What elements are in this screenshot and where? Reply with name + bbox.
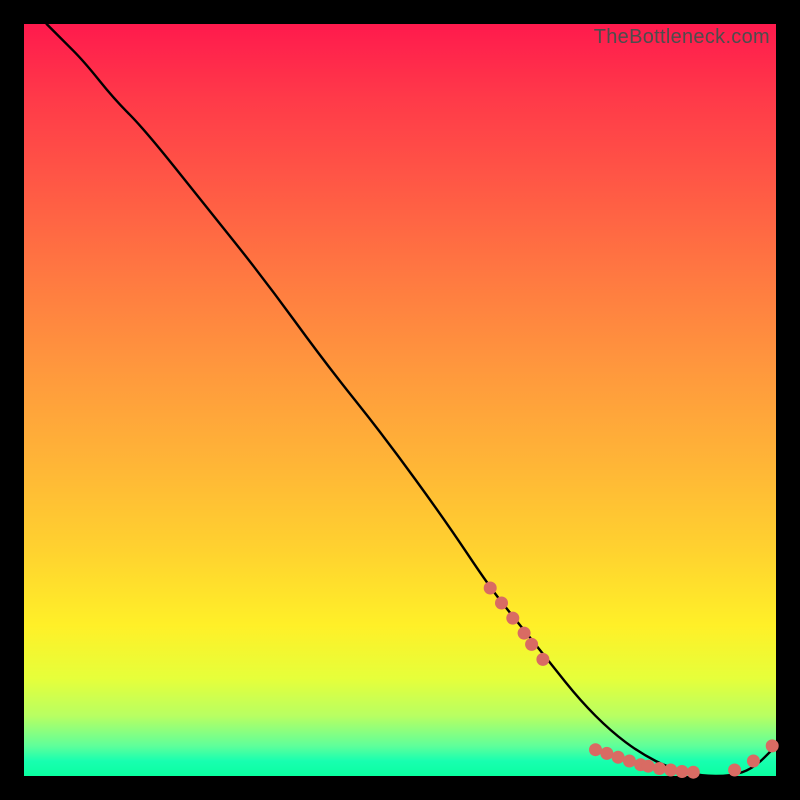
- data-point: [600, 747, 613, 760]
- curve-path: [47, 24, 776, 776]
- data-point: [525, 638, 538, 651]
- data-point: [484, 582, 497, 595]
- data-point: [687, 766, 700, 779]
- data-point: [653, 762, 666, 775]
- data-point: [642, 760, 655, 773]
- plot-area: TheBottleneck.com: [24, 24, 776, 776]
- data-point: [623, 755, 636, 768]
- chart-stage: TheBottleneck.com: [0, 0, 800, 800]
- data-point: [495, 597, 508, 610]
- data-point: [518, 627, 531, 640]
- chart-svg: [24, 24, 776, 776]
- data-point: [747, 755, 760, 768]
- data-point: [676, 765, 689, 778]
- marker-layer: [484, 582, 779, 779]
- data-point: [766, 739, 779, 752]
- data-point: [506, 612, 519, 625]
- data-point: [728, 764, 741, 777]
- data-point: [536, 653, 549, 666]
- data-point: [589, 743, 602, 756]
- data-point: [664, 764, 677, 777]
- data-point: [612, 751, 625, 764]
